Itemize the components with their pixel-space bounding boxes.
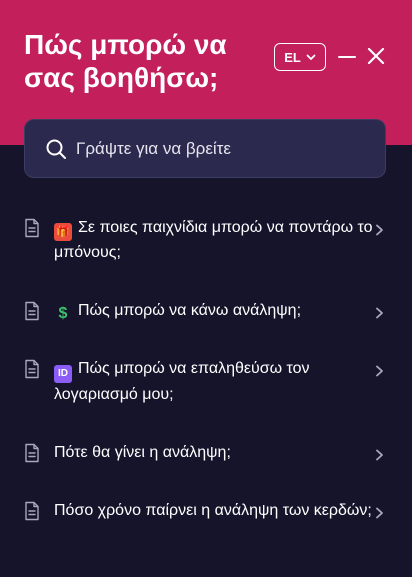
chevron-right-icon — [376, 507, 383, 519]
list-item[interactable]: 🎁 Σε ποιες παιχνίδια μπορώ να ποντάρω το … — [0, 200, 412, 283]
document-icon — [25, 501, 39, 521]
close-icon[interactable] — [365, 45, 387, 67]
article-title: Πότε θα γίνει η ανάληψη; — [54, 441, 231, 465]
article-label: Πόσο χρόνο παίρνει η ανάληψη των κερδών; — [54, 502, 372, 519]
document-icon — [25, 301, 39, 321]
search-input[interactable]: Γράψτε για να βρείτε — [24, 119, 386, 178]
article-title: Πόσο χρόνο παίρνει η ανάληψη των κερδών; — [54, 499, 372, 523]
article-label: Πώς μπορώ να κάνω ανάληψη; — [78, 302, 302, 319]
page-title: Πώς μπορώ να σας βοηθήσω; — [24, 29, 227, 93]
chevron-right-icon — [376, 365, 383, 377]
chevron-down-icon — [306, 54, 316, 60]
language-selector[interactable]: EL — [274, 43, 326, 71]
article-list: 🎁 Σε ποιες παιχνίδια μπορώ να ποντάρω το … — [0, 200, 412, 541]
gift-icon: 🎁 — [54, 223, 72, 241]
search-icon — [46, 139, 66, 159]
language-label: EL — [284, 49, 301, 65]
article-title: ID Πώς μπορώ να επαληθεύσω τον λογαριασμό… — [54, 357, 376, 407]
dollar-icon: $ — [58, 305, 68, 322]
list-item[interactable]: Πότε θα γίνει η ανάληψη; — [0, 425, 412, 483]
article-title: 🎁 Σε ποιες παιχνίδια μπορώ να ποντάρω το … — [54, 216, 376, 265]
chevron-right-icon — [376, 449, 383, 461]
chevron-right-icon — [376, 224, 383, 236]
document-icon — [25, 359, 39, 379]
search-placeholder: Γράψτε για να βρείτε — [76, 138, 231, 158]
document-icon — [25, 218, 39, 238]
document-icon — [25, 443, 39, 463]
id-icon: ID — [54, 365, 72, 383]
chevron-right-icon — [376, 307, 383, 319]
help-widget: Πώς μπορώ να σας βοηθήσω; EL Γράψτε για … — [0, 0, 412, 577]
article-title: $ Πώς μπορώ να κάνω ανάληψη; — [54, 299, 301, 323]
list-item[interactable]: ID Πώς μπορώ να επαληθεύσω τον λογαριασμό… — [0, 341, 412, 425]
list-item[interactable]: $ Πώς μπορώ να κάνω ανάληψη; — [0, 283, 412, 341]
list-item[interactable]: Πόσο χρόνο παίρνει η ανάληψη των κερδών; — [0, 483, 412, 541]
article-label: Πότε θα γίνει η ανάληψη; — [54, 444, 231, 461]
article-label: Πώς μπορώ να επαληθεύσω τον λογαριασμό μ… — [54, 360, 310, 403]
minimize-icon[interactable] — [336, 46, 358, 68]
article-label: Σε ποιες παιχνίδια μπορώ να ποντάρω το μ… — [54, 219, 373, 261]
